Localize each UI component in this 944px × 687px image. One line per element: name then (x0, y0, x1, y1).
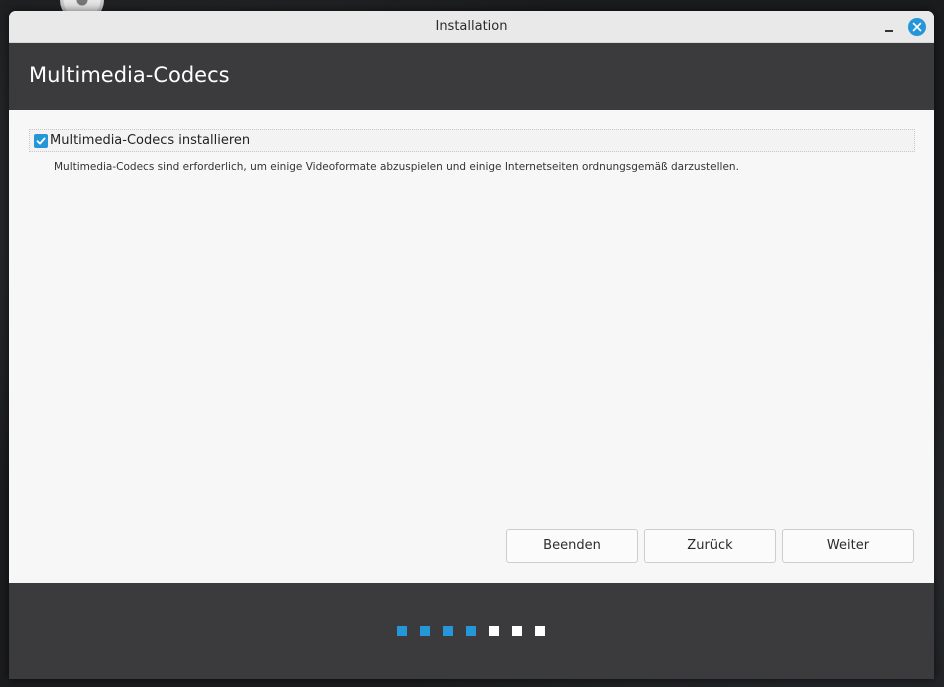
progress-step (397, 626, 407, 636)
quit-button[interactable]: Beenden (506, 529, 638, 563)
progress-step (443, 626, 453, 636)
progress-step (512, 626, 522, 636)
codecs-description: Multimedia-Codecs sind erforderlich, um … (54, 161, 739, 173)
next-button[interactable]: Weiter (782, 529, 914, 563)
titlebar[interactable]: Installation (9, 11, 934, 43)
window-title: Installation (435, 19, 508, 34)
progress-step (489, 626, 499, 636)
back-button[interactable]: Zurück (644, 529, 776, 563)
installer-window: Installation Multimedia-Codecs Multimedi… (9, 11, 934, 679)
close-icon (912, 22, 922, 32)
page-title: Multimedia-Codecs (29, 63, 230, 87)
checkbox-label[interactable]: Multimedia-Codecs installieren (50, 133, 250, 148)
progress-step (466, 626, 476, 636)
install-codecs-checkbox[interactable]: Multimedia-Codecs installieren (29, 129, 915, 152)
progress-step (535, 626, 545, 636)
close-button[interactable] (908, 18, 926, 36)
progress-indicator (397, 626, 545, 636)
content-area: Multimedia-Codecs installieren Multimedi… (9, 110, 934, 583)
progress-footer (9, 583, 934, 679)
progress-step (420, 626, 430, 636)
minimize-button[interactable] (881, 19, 897, 35)
page-header: Multimedia-Codecs (9, 43, 934, 110)
checkbox-checked-icon[interactable] (34, 134, 48, 148)
